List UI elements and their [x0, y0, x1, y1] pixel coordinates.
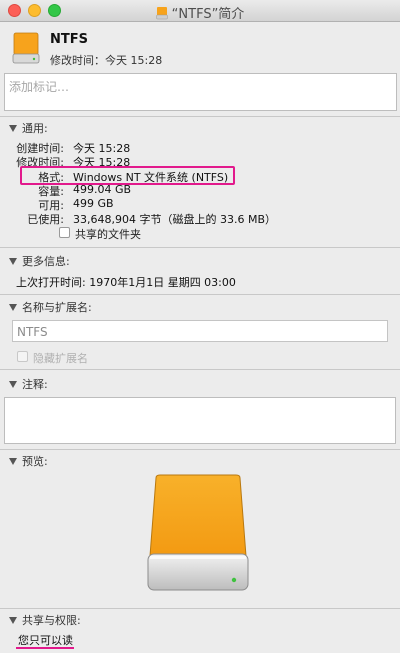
- divider: [0, 294, 400, 295]
- modified-summary: 修改时间：今天 15:28: [50, 54, 163, 67]
- drive-icon: [12, 32, 40, 64]
- name-input[interactable]: NTFS: [12, 320, 388, 342]
- hide-extension-label: 隐藏扩展名: [33, 352, 88, 365]
- section-preview[interactable]: 预览:: [9, 453, 48, 469]
- section-sharing[interactable]: 共享与权限:: [9, 612, 81, 628]
- divider: [0, 369, 400, 370]
- disclosure-triangle-icon[interactable]: [9, 125, 17, 132]
- last-opened: 上次打开时间: 1970年1月1日 星期四 03:00: [16, 276, 236, 289]
- name-input-value: NTFS: [17, 325, 48, 339]
- shared-folder-label: 共享的文件夹: [75, 228, 141, 241]
- disclosure-triangle-icon[interactable]: [9, 617, 17, 624]
- divider: [0, 247, 400, 248]
- file-name: NTFS: [50, 32, 88, 47]
- divider: [0, 608, 400, 609]
- section-name-extension[interactable]: 名称与扩展名:: [9, 299, 92, 315]
- permission-text: 您只可以读: [18, 634, 73, 647]
- drive-preview-icon: [147, 474, 249, 591]
- divider: [0, 116, 400, 117]
- permission-highlight: [16, 647, 74, 649]
- section-general[interactable]: 通用:: [9, 120, 48, 136]
- window-title-text: “NTFS”简介: [171, 7, 245, 22]
- disclosure-triangle-icon[interactable]: [9, 258, 17, 265]
- section-sharing-label: 共享与权限:: [22, 614, 81, 627]
- section-comments-label: 注释:: [22, 378, 48, 391]
- tags-field[interactable]: 添加标记…: [4, 73, 397, 111]
- disclosure-triangle-icon[interactable]: [9, 381, 17, 388]
- divider: [0, 449, 400, 450]
- used-value: 33,648,904 字节（磁盘上的 33.6 MB）: [73, 213, 276, 226]
- title-bar: “NTFS”简介: [0, 0, 400, 22]
- section-name-extension-label: 名称与扩展名:: [22, 301, 92, 314]
- disclosure-triangle-icon[interactable]: [9, 304, 17, 311]
- section-comments[interactable]: 注释:: [9, 376, 48, 392]
- used-label: 已使用:: [27, 213, 64, 226]
- section-preview-label: 预览:: [22, 455, 48, 468]
- disclosure-triangle-icon[interactable]: [9, 458, 17, 465]
- section-more-info-label: 更多信息:: [22, 255, 70, 268]
- tags-placeholder: 添加标记…: [9, 80, 70, 94]
- drive-icon: [155, 7, 168, 20]
- section-more-info[interactable]: 更多信息:: [9, 253, 70, 269]
- comments-field[interactable]: [4, 397, 396, 444]
- shared-folder-checkbox[interactable]: [59, 227, 70, 238]
- window-title: “NTFS”简介: [0, 3, 400, 22]
- capacity-value: 499.04 GB: [73, 183, 132, 196]
- hide-extension-checkbox[interactable]: [17, 351, 28, 362]
- section-general-label: 通用:: [22, 122, 48, 135]
- available-value: 499 GB: [73, 197, 114, 210]
